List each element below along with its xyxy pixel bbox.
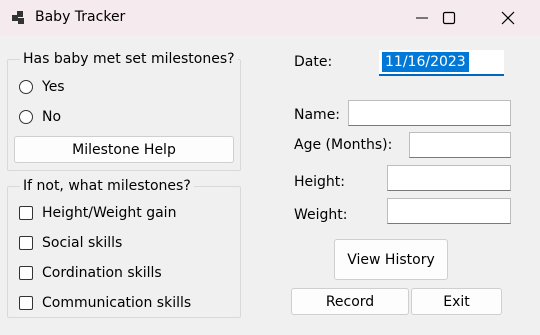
height-input[interactable] [387,165,511,191]
maximize-button[interactable] [420,0,478,36]
check-label: Communication skills [42,295,192,311]
record-button[interactable]: Record [291,288,409,315]
milestones-group-label: Has baby met set milestones? [20,51,238,67]
checkbox-box[interactable] [19,266,33,280]
radio-yes-circle[interactable] [19,80,33,94]
radio-no-label: No [42,109,62,125]
radio-no[interactable]: No [19,109,61,125]
check-label: Social skills [42,235,123,251]
name-label: Name: [294,107,341,123]
radio-no-circle[interactable] [19,110,33,124]
window-title: Baby Tracker [35,9,126,25]
title-bar[interactable]: Baby Tracker [0,0,540,36]
weight-input[interactable] [387,198,511,224]
maximize-icon [442,11,456,25]
radio-yes[interactable]: Yes [19,79,65,95]
exit-button[interactable]: Exit [411,288,502,315]
app-icon [12,11,24,24]
milestone-help-button[interactable]: Milestone Help [14,136,234,163]
check-height-weight[interactable]: Height/Weight gain [19,205,176,221]
date-value: 11/16/2023 [382,52,469,72]
check-coordination[interactable]: Cordination skills [19,265,162,281]
weight-label: Weight: [294,207,348,223]
missing-group-label: If not, what milestones? [20,178,194,194]
client-area: Has baby met set milestones? Yes No Mile… [0,36,540,335]
age-input[interactable] [409,132,511,158]
radio-yes-label: Yes [42,79,65,95]
date-picker[interactable]: 11/16/2023 [379,50,504,76]
checkbox-box[interactable] [19,296,33,310]
check-label: Cordination skills [42,265,162,281]
check-social[interactable]: Social skills [19,235,122,251]
name-input[interactable] [348,100,511,126]
height-label: Height: [294,174,345,190]
view-history-button[interactable]: View History [334,239,448,280]
date-label: Date: [294,54,333,70]
age-label: Age (Months): [294,137,393,153]
close-icon [501,11,515,25]
checkbox-box[interactable] [19,236,33,250]
check-label: Height/Weight gain [42,205,177,221]
close-button[interactable] [479,0,537,36]
checkbox-box[interactable] [19,206,33,220]
check-communication[interactable]: Communication skills [19,295,191,311]
